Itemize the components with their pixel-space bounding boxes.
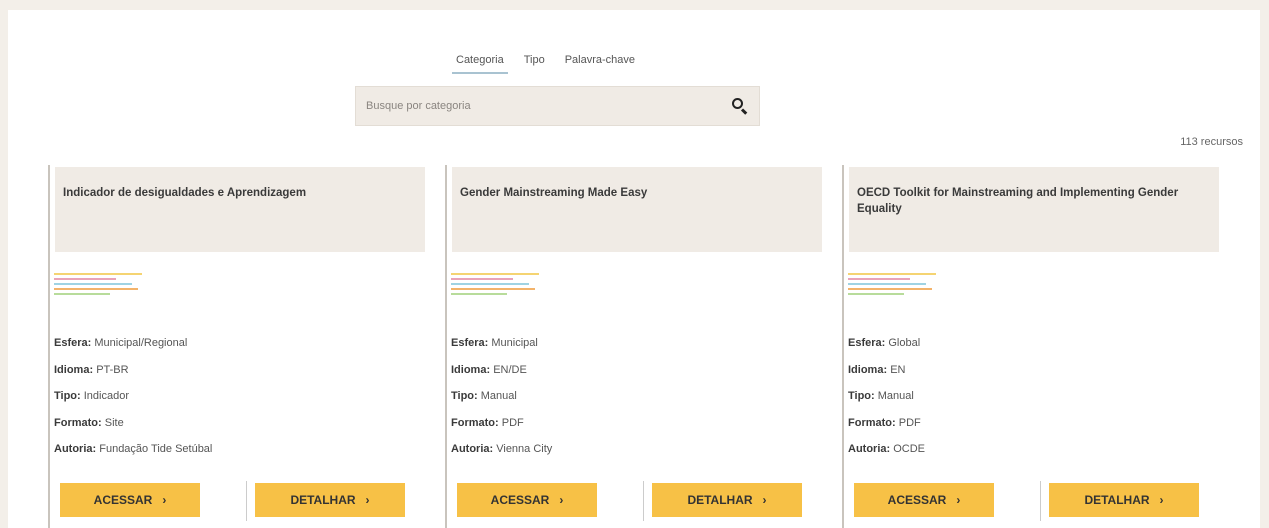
meta-idioma: Idioma: EN/DE	[451, 363, 527, 376]
resource-card: OECD Toolkit for Mainstreaming and Imple…	[842, 165, 1222, 528]
search-bar	[355, 86, 760, 126]
resource-card: Gender Mainstreaming Made Easy Esfera: M…	[445, 165, 825, 528]
chevron-right-icon: ›	[559, 493, 564, 507]
card-header: Indicador de desigualdades e Aprendizage…	[55, 167, 425, 252]
meta-tipo: Tipo: Manual	[451, 390, 517, 402]
search-icon[interactable]	[731, 97, 749, 115]
divider	[643, 481, 644, 521]
detail-button[interactable]: DETALHAR ›	[255, 483, 405, 517]
card-title: Gender Mainstreaming Made Easy	[460, 187, 648, 199]
card-metadata: Esfera: Global Idioma: EN Tipo: Manual F…	[848, 330, 925, 463]
meta-idioma: Idioma: PT-BR	[54, 363, 129, 376]
detail-button[interactable]: DETALHAR ›	[652, 483, 802, 517]
access-button[interactable]: ACESSAR ›	[457, 483, 597, 517]
meta-esfera: Esfera: Municipal	[451, 337, 538, 349]
chevron-right-icon: ›	[762, 493, 767, 507]
meta-tipo: Tipo: Manual	[848, 390, 914, 402]
detail-button[interactable]: DETALHAR ›	[1049, 483, 1199, 517]
card-header: OECD Toolkit for Mainstreaming and Imple…	[849, 167, 1219, 252]
card-header: Gender Mainstreaming Made Easy	[452, 167, 822, 252]
color-stripes	[451, 273, 541, 298]
color-stripes	[54, 273, 144, 298]
results-count: 113 recursos	[1180, 136, 1243, 148]
tab-palavra-chave[interactable]: Palavra-chave	[561, 52, 639, 74]
divider	[1040, 481, 1041, 521]
filter-tabs: Categoria Tipo Palavra-chave	[452, 52, 639, 74]
access-button[interactable]: ACESSAR ›	[60, 483, 200, 517]
tab-categoria[interactable]: Categoria	[452, 52, 508, 74]
chevron-right-icon: ›	[956, 493, 961, 507]
card-metadata: Esfera: Municipal Idioma: EN/DE Tipo: Ma…	[451, 330, 552, 463]
meta-formato: Formato: PDF	[848, 416, 921, 429]
meta-idioma: Idioma: EN	[848, 363, 906, 376]
meta-formato: Formato: PDF	[451, 416, 524, 429]
resource-card: Indicador de desigualdades e Aprendizage…	[48, 165, 428, 528]
color-stripes	[848, 273, 938, 298]
card-metadata: Esfera: Municipal/Regional Idioma: PT-BR…	[54, 330, 212, 463]
meta-autoria: Autoria: OCDE	[848, 443, 926, 455]
divider	[246, 481, 247, 521]
meta-autoria: Autoria: Vienna City	[451, 443, 553, 455]
meta-formato: Formato: Site	[54, 416, 124, 429]
chevron-right-icon: ›	[162, 493, 167, 507]
meta-autoria: Autoria: Fundação Tide Setúbal	[54, 443, 213, 455]
meta-esfera: Esfera: Municipal/Regional	[54, 337, 188, 349]
card-title: OECD Toolkit for Mainstreaming and Imple…	[857, 187, 1179, 215]
card-title: Indicador de desigualdades e Aprendizage…	[63, 187, 307, 199]
search-input[interactable]	[366, 100, 731, 112]
access-button[interactable]: ACESSAR ›	[854, 483, 994, 517]
chevron-right-icon: ›	[1159, 493, 1164, 507]
meta-esfera: Esfera: Global	[848, 337, 921, 349]
tab-tipo[interactable]: Tipo	[520, 52, 549, 74]
meta-tipo: Tipo: Indicador	[54, 390, 130, 402]
chevron-right-icon: ›	[365, 493, 370, 507]
